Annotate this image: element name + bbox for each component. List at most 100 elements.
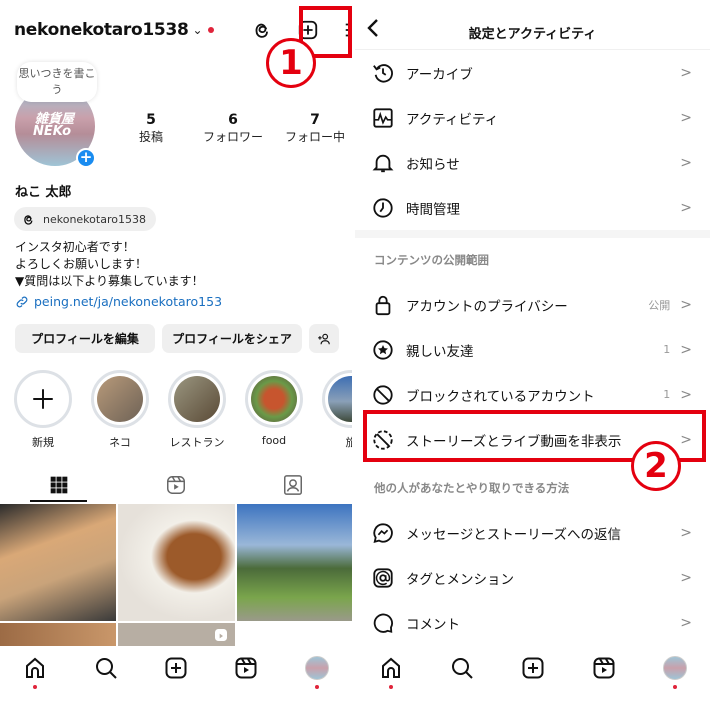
nav-create[interactable] (158, 656, 194, 692)
bottom-nav (355, 646, 710, 702)
nav-search[interactable] (88, 656, 124, 692)
avatar (662, 656, 687, 680)
section-header: コンテンツの公開範囲 (374, 253, 489, 267)
settings-item-label: お知らせ (406, 156, 460, 173)
chevron-down-icon[interactable]: ⌄ (193, 23, 203, 37)
chevron-right-icon: > (680, 296, 692, 313)
note-bubble[interactable]: 思いつきを書こう (17, 62, 97, 102)
post-thumbnail[interactable] (0, 504, 116, 621)
nav-reels[interactable] (228, 656, 264, 692)
add-person-icon (318, 333, 330, 344)
step-number-1: 1 (266, 38, 316, 88)
bio-line: ▼質問は以下より募集しています！ (15, 274, 204, 288)
chevron-right-icon: > (680, 524, 692, 541)
chevron-right-icon: > (680, 154, 692, 171)
settings-item-value: 1 (663, 343, 671, 356)
link-text: peing.net/ja/nekonekotaro153 (34, 294, 223, 309)
chevron-right-icon: > (680, 386, 692, 403)
settings-item-activity[interactable]: アクティビティ > (355, 95, 710, 140)
activity-icon (372, 107, 394, 129)
settings-item-tags-mentions[interactable]: タグとメンション > (355, 555, 710, 600)
username[interactable]: nekonekotaro1538 (14, 20, 189, 40)
messenger-icon (372, 522, 394, 544)
nav-create[interactable] (515, 656, 551, 692)
chevron-right-icon: > (680, 109, 692, 126)
settings-item-account-privacy[interactable]: アカウントのプライバシー 公開 > (355, 282, 710, 327)
block-icon (372, 384, 394, 406)
reels-icon (167, 476, 185, 494)
highlight-label: food (261, 434, 287, 447)
highlight-item[interactable]: ネコ (89, 370, 151, 450)
nav-profile[interactable] (657, 656, 693, 692)
tab-tagged[interactable] (235, 468, 352, 502)
threads-icon (24, 214, 33, 225)
stat-value: 6 (228, 112, 238, 128)
nav-search[interactable] (444, 656, 480, 692)
highlight-label: ネコ (109, 436, 131, 449)
settings-item-comments[interactable]: コメント > (355, 600, 710, 645)
create-icon (522, 657, 543, 679)
threads-badge[interactable]: nekonekotaro1538 (14, 207, 156, 231)
reel-badge-icon (215, 629, 227, 641)
profile-stats: 5 投稿 6 フォロワー 7 フォロー中 (110, 112, 352, 145)
stat-following[interactable]: 7 フォロー中 (274, 112, 352, 145)
home-icon (26, 657, 45, 678)
reels-icon (593, 657, 614, 679)
bio-line: インスタ初心者です！ (15, 240, 135, 254)
tab-grid[interactable] (0, 468, 117, 502)
nav-home[interactable] (373, 656, 409, 692)
nav-reels[interactable] (586, 656, 622, 692)
step-number-2: 2 (631, 441, 681, 491)
threads-icon[interactable] (250, 18, 274, 42)
settings-item-time-management[interactable]: 時間管理 > (355, 185, 710, 230)
post-thumbnail[interactable] (237, 504, 352, 621)
highlight-label: 新規 (32, 436, 54, 449)
profile-header: nekonekotaro1538 ⌄ (14, 20, 214, 40)
tab-reels[interactable] (117, 468, 234, 502)
settings-item-label: コメント (406, 616, 460, 633)
bell-icon (372, 152, 394, 174)
bottom-nav (0, 646, 352, 702)
chevron-right-icon: > (680, 199, 692, 216)
stat-posts[interactable]: 5 投稿 (110, 112, 192, 145)
post-thumbnail[interactable] (118, 504, 235, 621)
archive-icon (372, 62, 394, 84)
share-profile-button[interactable]: プロフィールをシェア (162, 324, 302, 353)
notification-dot (33, 685, 38, 689)
settings-item-label: アクティビティ (406, 111, 499, 128)
stat-followers[interactable]: 6 フォロワー (192, 112, 274, 145)
reels-icon (235, 657, 257, 679)
bio-link[interactable]: peing.net/ja/nekonekotaro153 (15, 294, 222, 309)
settings-item-archive[interactable]: アーカイブ > (355, 50, 710, 95)
nav-profile[interactable] (299, 656, 335, 692)
grid-icon (50, 476, 67, 494)
avatar-text: NEKo (33, 124, 72, 139)
edit-profile-button[interactable]: プロフィールを編集 (15, 324, 155, 353)
discover-people-button[interactable] (309, 324, 339, 353)
display-name: ねこ 太郎 (15, 185, 72, 200)
highlight-item[interactable]: レストラン (166, 370, 228, 450)
settings-item-value: 公開 (648, 298, 671, 312)
settings-item-close-friends[interactable]: 親しい友達 1 > (355, 327, 710, 372)
highlight-item[interactable]: 旅 (320, 370, 352, 450)
threads-handle: nekonekotaro1538 (43, 212, 146, 226)
settings-item-notifications[interactable]: お知らせ > (355, 140, 710, 185)
stat-label: フォロー中 (284, 130, 345, 144)
notification-dot (314, 685, 319, 689)
settings-item-messages-replies[interactable]: メッセージとストーリーズへの返信 > (355, 510, 710, 555)
stat-value: 7 (310, 112, 320, 128)
add-story-button[interactable]: + (76, 148, 96, 168)
highlight-new[interactable]: 新規 (12, 370, 74, 450)
settings-item-label: 時間管理 (406, 201, 460, 218)
chevron-right-icon: > (680, 614, 692, 631)
highlight-item[interactable]: food (243, 370, 305, 447)
notification-dot (207, 27, 214, 33)
nav-home[interactable] (17, 656, 53, 692)
profile-tabs (0, 468, 352, 502)
settings-item-label: メッセージとストーリーズへの返信 (406, 526, 622, 543)
settings-header: 設定とアクティビティ (355, 0, 710, 50)
settings-item-value: 1 (663, 388, 671, 401)
settings-item-label: ブロックされているアカウント (406, 388, 595, 405)
clock-icon (372, 197, 394, 219)
bio: インスタ初心者です！ よろしくお願いします！ ▼質問は以下より募集しています！ (15, 239, 204, 290)
